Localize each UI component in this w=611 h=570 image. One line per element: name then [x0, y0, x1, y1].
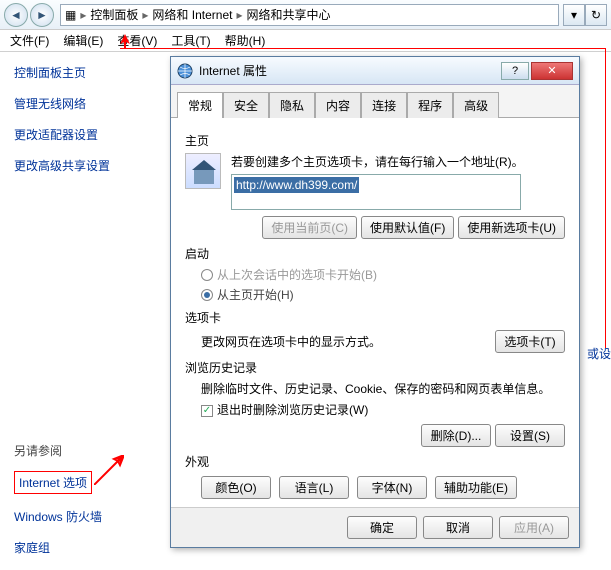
annotation-line: [120, 48, 605, 49]
tab-content[interactable]: 内容: [315, 92, 361, 118]
tab-general[interactable]: 常规: [177, 92, 223, 118]
accessibility-button[interactable]: 辅助功能(E): [435, 476, 517, 499]
tabs-section-label: 选项卡: [185, 309, 565, 326]
crumb-2[interactable]: 网络和共享中心: [246, 6, 330, 23]
colors-button[interactable]: 颜色(O): [201, 476, 271, 499]
checkbox-icon: [201, 405, 213, 417]
sidebar-link[interactable]: 更改适配器设置: [14, 126, 135, 143]
use-current-button[interactable]: 使用当前页(C): [262, 216, 357, 239]
startup-home-radio[interactable]: 从主页开始(H): [201, 286, 565, 303]
tabs-button[interactable]: 选项卡(T): [495, 330, 565, 353]
apply-button[interactable]: 应用(A): [499, 516, 569, 539]
use-default-button[interactable]: 使用默认值(F): [361, 216, 454, 239]
close-button[interactable]: ✕: [531, 62, 573, 80]
nav-back-button[interactable]: ◄: [4, 3, 28, 27]
help-button[interactable]: ?: [501, 62, 529, 80]
home-icon: [185, 153, 221, 189]
tab-connections[interactable]: 连接: [361, 92, 407, 118]
crumb-0[interactable]: 控制面板: [90, 6, 138, 23]
firewall-link[interactable]: Windows 防火墙: [14, 508, 102, 525]
ok-button[interactable]: 确定: [347, 516, 417, 539]
sidebar-link[interactable]: 更改高级共享设置: [14, 157, 135, 174]
refresh-button[interactable]: ↻: [585, 4, 607, 26]
address-bar[interactable]: ▦ ▸ 控制面板 ▸ 网络和 Internet ▸ 网络和共享中心: [60, 4, 559, 26]
use-newtab-button[interactable]: 使用新选项卡(U): [458, 216, 565, 239]
languages-button[interactable]: 语言(L): [279, 476, 349, 499]
tab-privacy[interactable]: 隐私: [269, 92, 315, 118]
crumb-1[interactable]: 网络和 Internet: [152, 6, 232, 23]
menu-tools[interactable]: 工具(T): [171, 32, 210, 49]
settings-button[interactable]: 设置(S): [495, 424, 565, 447]
tab-programs[interactable]: 程序: [407, 92, 453, 118]
radio-icon: [201, 269, 213, 281]
see-also-header: 另请参阅: [14, 442, 102, 459]
delete-button[interactable]: 删除(D)...: [421, 424, 491, 447]
cancel-button[interactable]: 取消: [423, 516, 493, 539]
appearance-label: 外观: [185, 453, 565, 470]
radio-icon: [201, 289, 213, 301]
homepage-url-input[interactable]: http://www.dh399.com/: [231, 174, 521, 210]
startup-label: 启动: [185, 245, 565, 262]
left-panel: 控制面板主页 管理无线网络 更改适配器设置 更改高级共享设置 另请参阅 Inte…: [0, 52, 135, 188]
internet-properties-dialog: Internet 属性 ? ✕ 常规 安全 隐私 内容 连接 程序 高级 主页 …: [170, 56, 580, 548]
annotation-line: [605, 48, 606, 348]
menu-edit[interactable]: 编辑(E): [63, 32, 103, 49]
internet-icon: [177, 63, 193, 79]
dialog-title: Internet 属性: [199, 62, 499, 79]
history-desc: 删除临时文件、历史记录、Cookie、保存的密码和网页表单信息。: [201, 380, 565, 397]
control-panel-home-link[interactable]: 控制面板主页: [14, 64, 135, 81]
menu-file[interactable]: 文件(F): [10, 32, 49, 49]
startup-last-radio[interactable]: 从上次会话中的选项卡开始(B): [201, 266, 565, 283]
tab-strip: 常规 安全 隐私 内容 连接 程序 高级: [171, 85, 579, 118]
tabs-desc: 更改网页在选项卡中的显示方式。: [201, 333, 381, 350]
homepage-label: 主页: [185, 132, 565, 149]
internet-options-link[interactable]: Internet 选项: [14, 471, 102, 494]
homegroup-link[interactable]: 家庭组: [14, 539, 102, 556]
menu-view[interactable]: 查看(V): [117, 32, 157, 49]
homepage-desc: 若要创建多个主页选项卡，请在每行输入一个地址(R)。: [231, 153, 565, 170]
nav-forward-button[interactable]: ►: [30, 3, 54, 27]
tab-security[interactable]: 安全: [223, 92, 269, 118]
dropdown-button[interactable]: ▾: [563, 4, 585, 26]
fonts-button[interactable]: 字体(N): [357, 476, 427, 499]
tab-advanced[interactable]: 高级: [453, 92, 499, 118]
partial-text: 或设: [587, 345, 611, 362]
sidebar-link[interactable]: 管理无线网络: [14, 95, 135, 112]
control-panel-icon: ▦: [65, 8, 76, 22]
delete-on-exit-checkbox[interactable]: 退出时删除浏览历史记录(W): [201, 401, 565, 418]
menu-help[interactable]: 帮助(H): [225, 32, 266, 49]
history-label: 浏览历史记录: [185, 359, 565, 376]
